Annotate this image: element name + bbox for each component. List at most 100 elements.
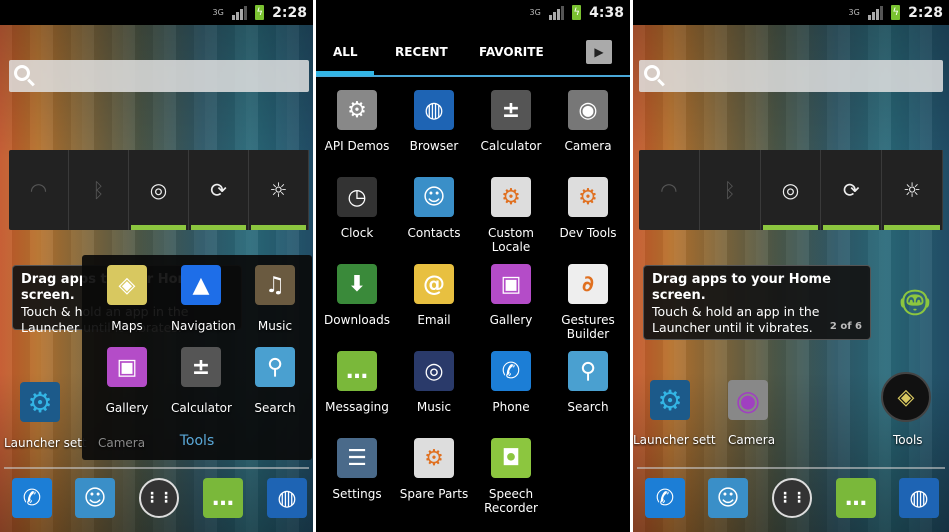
dock-messaging[interactable]: … [201,478,245,518]
folder-app-calculator[interactable]: ± Calculator [171,347,232,415]
bluetooth-icon: ᛒ [723,178,736,202]
sync-icon: ⟳ [842,178,860,202]
dock-divider [4,467,309,469]
dock-browser[interactable]: ◍ [897,478,941,518]
app-label: Dev Tools [559,226,617,240]
globe-icon: ◍ [267,478,307,518]
folder-app-search[interactable]: ⚲ Search [245,347,305,415]
drawer-app-api-demos[interactable]: ⚙ API Demos [322,90,392,153]
drawer-app-camera[interactable]: ◉ Camera [553,90,623,153]
tab-favorite[interactable]: FAVORITE [479,45,544,59]
search-icon [644,65,660,81]
drawer-app-downloads[interactable]: ⬇ Downloads [322,264,392,327]
app-grid-icon: ⋮⋮ [139,478,179,518]
app-label: Gallery [105,401,149,415]
drawer-app-gallery[interactable]: ▣ Gallery [476,264,546,327]
sync-toggle[interactable]: ⟳ [189,150,249,230]
drawer-app-contacts[interactable]: ☺ Contacts [399,177,469,240]
dock-app-drawer[interactable]: ⋮⋮ [137,478,181,518]
gear-icon: ⚙ [568,177,608,217]
app-label: Search [254,401,296,415]
drawer-app-clock[interactable]: ◷ Clock [322,177,392,240]
messaging-icon: … [203,478,243,518]
tools-folder[interactable]: ◈ [881,372,931,422]
gear-icon: ⚙ [491,177,531,217]
drawer-app-custom-locale[interactable]: ⚙ Custom Locale [476,177,546,254]
camera-label: Camera [728,433,776,447]
dock-phone[interactable]: ✆ [10,478,54,518]
camera-icon: ◉ [568,90,608,130]
search-bar[interactable] [9,60,309,92]
gear-icon: ⚙ [414,438,454,478]
dock-phone[interactable]: ✆ [643,478,687,518]
drawer-app-dev-tools[interactable]: ⚙ Dev Tools [553,177,623,240]
play-store-bag-icon[interactable]: ▶ [586,40,612,64]
dock-contacts[interactable]: ☺ [73,478,117,518]
maps-icon: ◈ [107,265,147,305]
tab-selected-indicator [316,71,374,76]
calculator-icon: ± [491,90,531,130]
folder-app-music[interactable]: ♫ Music [245,265,305,333]
drawer-app-settings[interactable]: ☰ Settings [322,438,392,501]
brightness-icon: ☼ [269,178,288,202]
bluetooth-toggle[interactable]: ᛒ [700,150,761,230]
app-label: Gallery [489,313,533,327]
phone-icon: ✆ [12,478,52,518]
wifi-icon: ◠ [660,178,678,202]
network-3g-icon: 3G [212,7,224,17]
dock-divider [637,467,945,469]
drawer-app-phone[interactable]: ✆ Phone [476,351,546,414]
drawer-app-gestures-builder[interactable]: ∂ Gestures Builder [553,264,623,341]
magnifier-icon: ⚲ [255,347,295,387]
tab-all[interactable]: ALL [333,45,358,59]
wifi-toggle[interactable]: ◠ [9,150,69,230]
drawer-app-search[interactable]: ⚲ Search [553,351,623,414]
tooltip-page-counter: 2 of 6 [829,321,862,332]
bluetooth-toggle[interactable]: ᛒ [69,150,129,230]
brightness-toggle[interactable]: ☼ [882,150,943,230]
drawer-app-browser[interactable]: ◍ Browser [399,90,469,153]
app-label: Search [567,400,609,414]
wifi-toggle[interactable]: ◠ [639,150,700,230]
gps-icon: ◎ [149,178,168,202]
sync-icon: ⟳ [210,178,227,202]
drawer-app-messaging[interactable]: … Messaging [322,351,392,414]
drawer-app-spare-parts[interactable]: ⚙ Spare Parts [399,438,469,501]
search-bar[interactable] [639,60,943,92]
gear-icon: ⚙ [650,380,690,420]
app-drawer: 3G ϟ 4:38 ALL RECENT FAVORITE ▶ ⚙ API Dem… [316,0,630,532]
camera-shortcut[interactable]: ◉ [726,380,770,420]
gps-toggle[interactable]: ◎ [129,150,189,230]
brightness-toggle[interactable]: ☼ [249,150,309,230]
app-label: Clock [340,226,374,240]
dock-browser[interactable]: ◍ [265,478,309,518]
app-label: Spare Parts [399,487,469,501]
folder-app-navigation[interactable]: ▲ Navigation [171,265,236,333]
app-label: Speech Recorder [484,487,538,515]
status-bar: 3G ϟ 2:28 [0,0,313,25]
launcher-settings-shortcut[interactable]: ⚙ [648,380,692,420]
gestures-icon: ∂ [568,264,608,304]
folder-app-gallery[interactable]: ▣ Gallery [97,347,157,415]
drawer-app-music[interactable]: ◎ Music [399,351,469,414]
dock-messaging[interactable]: … [834,478,878,518]
dock-app-drawer[interactable]: ⋮⋮ [770,478,814,518]
drawer-app-email[interactable]: @ Email [399,264,469,327]
app-label: Maps [111,319,143,333]
drawer-app-speech-recorder[interactable]: ◘ Speech Recorder [476,438,546,515]
folder-gear-icon: ⚙ [337,90,377,130]
settings-sliders-icon: ☰ [337,438,377,478]
dock-contacts[interactable]: ☺ [706,478,750,518]
app-label: Custom Locale [488,226,534,254]
messaging-icon: … [836,478,876,518]
drawer-app-calculator[interactable]: ± Calculator [476,90,546,153]
folder-app-maps[interactable]: ◈ Maps [97,265,157,333]
app-label: Settings [332,487,382,501]
signal-icon [549,5,565,20]
launcher-settings-label: Launcher sett [4,436,87,450]
sync-toggle[interactable]: ⟳ [821,150,883,230]
gps-toggle[interactable]: ◎ [761,150,822,230]
globe-icon: ◍ [414,90,454,130]
launcher-settings-shortcut[interactable]: ⚙ [18,382,62,422]
tab-recent[interactable]: RECENT [395,45,448,59]
